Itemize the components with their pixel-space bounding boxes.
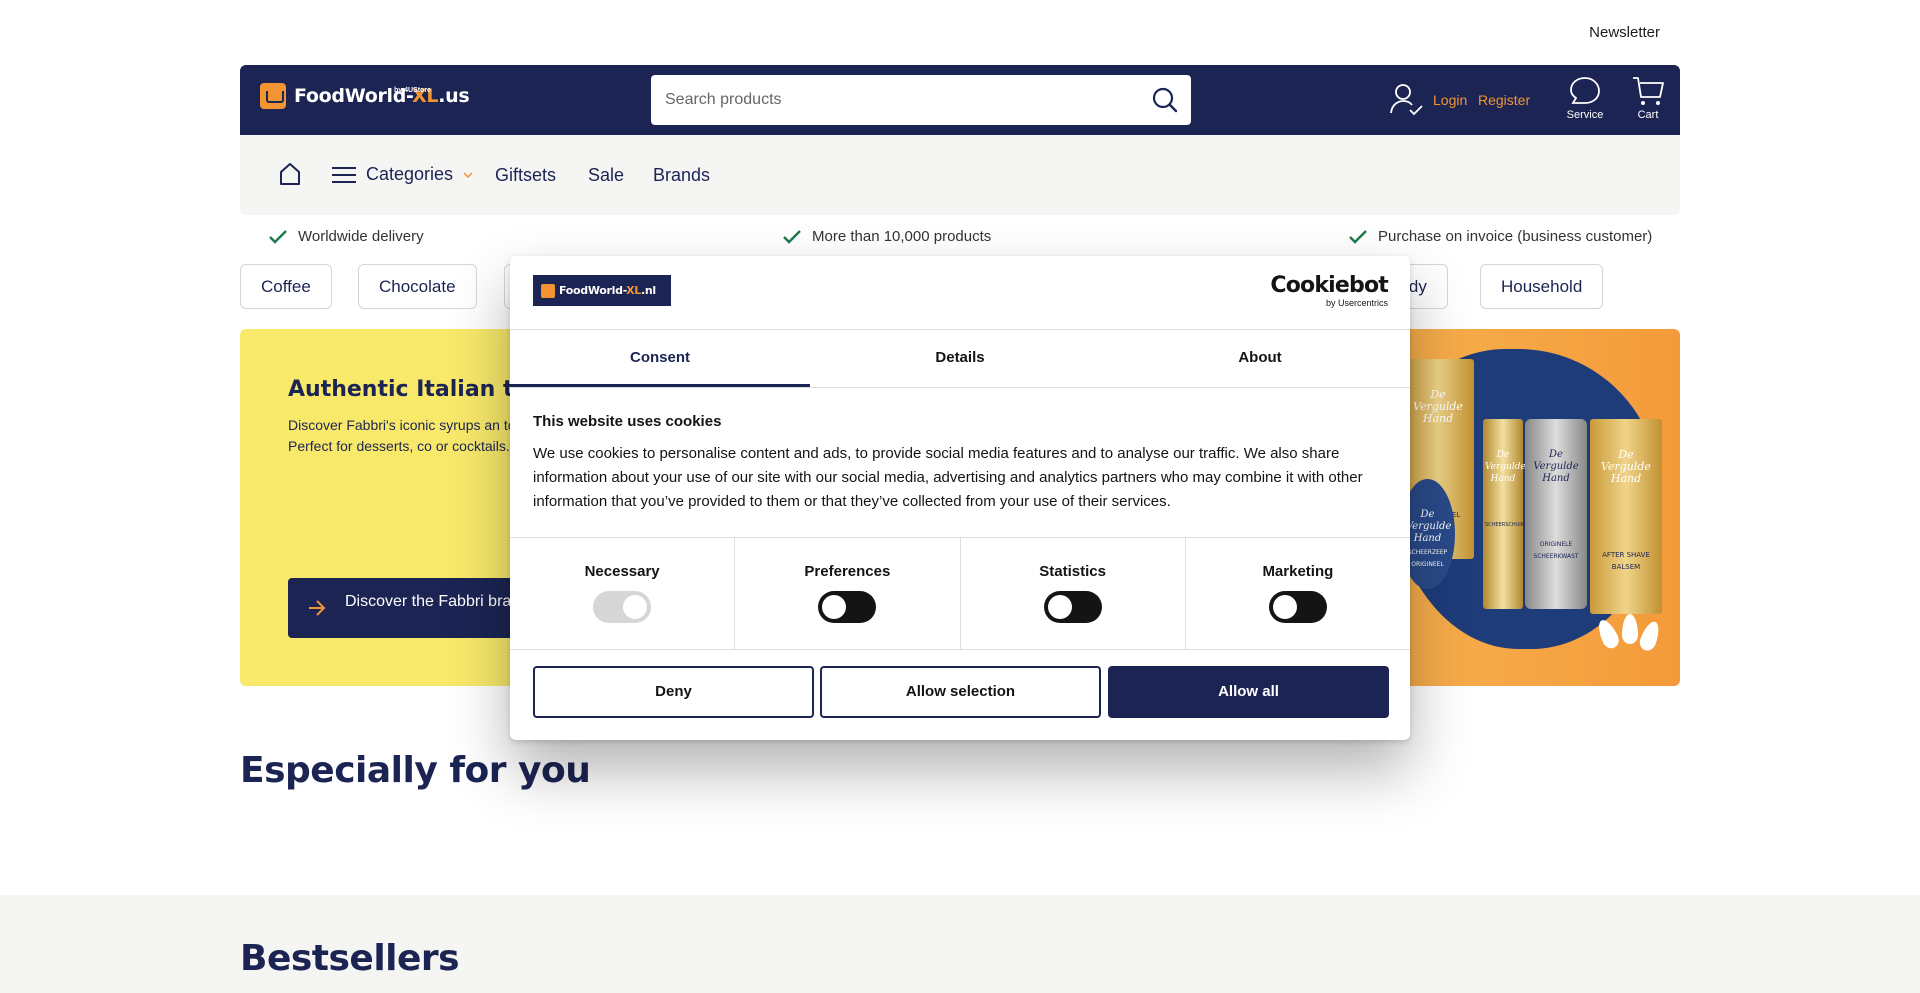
product-can: De Vergulde Hand SCHEERSCHUIM (1483, 419, 1526, 609)
login-link[interactable]: Login (1433, 92, 1467, 108)
logo-subtitle: by 4UStore (394, 87, 431, 94)
search-bar (651, 75, 1191, 125)
especially-for-you-heading: Especially for you (240, 750, 591, 791)
checkmark-icon (1349, 229, 1367, 244)
product-balm: De Vergulde Hand AFTER SHAVE BALSEM (1590, 419, 1662, 614)
marketing-toggle[interactable] (1268, 591, 1327, 623)
register-link[interactable]: Register (1478, 92, 1530, 108)
checkmark-icon (269, 229, 287, 244)
option-necessary: Necessary (510, 538, 736, 649)
necessary-toggle (593, 591, 652, 623)
chip-coffee[interactable]: Coffee (240, 264, 332, 309)
categories-menu[interactable]: Categories (332, 164, 473, 185)
service-label: Service (1566, 109, 1604, 121)
site-header: FoodWorld-XL.us by 4UStore Login Registe… (240, 65, 1680, 135)
search-input[interactable] (651, 75, 1131, 125)
search-button[interactable] (1151, 86, 1179, 114)
deny-button[interactable]: Deny (533, 666, 814, 718)
cookiebot-logo[interactable]: Cookiebot by Usercentrics (1270, 274, 1388, 309)
allow-selection-button[interactable]: Allow selection (820, 666, 1101, 718)
discover-fabbri-label: Discover the Fabbri brand (345, 593, 530, 610)
discover-fabbri-button[interactable]: Discover the Fabbri brand (288, 578, 538, 638)
cookie-site-logo: FoodWorld-XL.nl (533, 275, 671, 306)
arrow-right-icon (309, 600, 326, 616)
allow-all-button[interactable]: Allow all (1108, 666, 1389, 718)
cookie-consent-dialog: FoodWorld-XL.nl Cookiebot by Usercentric… (510, 256, 1410, 740)
search-icon (1152, 87, 1178, 113)
decor-petal (1622, 614, 1638, 644)
banner-title: Authentic Italian tas (288, 377, 542, 402)
account-icon[interactable] (1388, 81, 1424, 117)
option-marketing: Marketing (1186, 538, 1410, 649)
basket-logo-icon (260, 83, 286, 109)
main-navigation: Categories Giftsets Sale Brands (240, 135, 1680, 215)
decor-petal (1637, 619, 1663, 653)
cart-label: Cart (1637, 109, 1659, 121)
cart-button[interactable]: Cart (1628, 75, 1668, 121)
usp-invoice: Purchase on invoice (business customer) (1348, 228, 1652, 245)
cookie-options: Necessary Preferences Statistics Marketi… (510, 537, 1410, 650)
option-preferences: Preferences (735, 538, 961, 649)
basket-logo-icon (541, 283, 555, 298)
usp-product-count: More than 10,000 products (782, 228, 991, 245)
option-statistics: Statistics (961, 538, 1186, 649)
nav-item-sale[interactable]: Sale (588, 165, 624, 186)
cookie-description: We use cookies to personalise content an… (533, 445, 1363, 510)
preferences-toggle[interactable] (818, 591, 877, 623)
chat-bubble-icon (1570, 77, 1600, 104)
nav-item-brands[interactable]: Brands (653, 165, 710, 186)
cart-icon (1633, 77, 1664, 105)
tab-about[interactable]: About (1110, 330, 1410, 387)
statistics-toggle[interactable] (1043, 591, 1102, 623)
cookie-logo-wordmark: FoodWorld-XL.nl (559, 284, 656, 297)
usp-worldwide-delivery: Worldwide delivery (268, 228, 424, 245)
categories-label: Categories (366, 164, 454, 184)
nav-item-giftsets[interactable]: Giftsets (495, 165, 556, 186)
bestsellers-heading: Bestsellers (240, 938, 460, 979)
decor-petal (1594, 617, 1622, 651)
newsletter-link[interactable]: Newsletter (1589, 24, 1660, 41)
hamburger-icon (332, 166, 356, 183)
cookie-tabs: Consent Details About (510, 329, 1410, 388)
checkmark-icon (783, 229, 801, 244)
promo-banner-shaving[interactable]: De Vergulde Hand2-IN-1 DOUCHEGEL De Verg… (1390, 329, 1680, 686)
chip-household[interactable]: Household (1480, 264, 1604, 309)
tab-consent[interactable]: Consent (510, 330, 810, 387)
tab-details[interactable]: Details (810, 330, 1110, 387)
cookie-heading: This website uses cookies (533, 413, 722, 430)
chevron-down-icon (463, 171, 473, 178)
logo-wordmark: FoodWorld-XL.us (294, 84, 470, 107)
product-brush: De Vergulde Hand ORIGINELE SCHEERKWAST (1525, 419, 1587, 609)
chip-chocolate[interactable]: Chocolate (358, 264, 477, 309)
site-logo[interactable]: FoodWorld-XL.us (260, 83, 470, 109)
service-button[interactable]: Service (1562, 75, 1608, 121)
top-bar: Newsletter (0, 0, 1920, 65)
home-icon[interactable] (278, 162, 302, 186)
